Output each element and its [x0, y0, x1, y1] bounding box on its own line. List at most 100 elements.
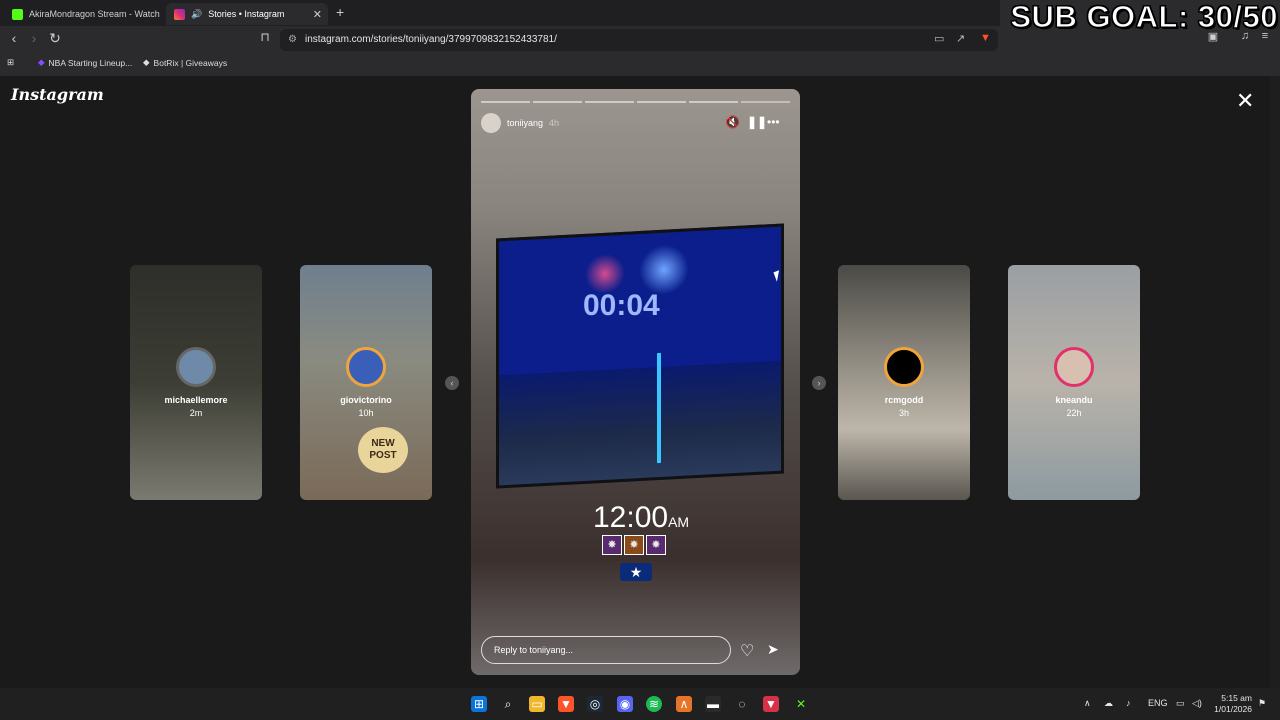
story-progress-bar	[481, 101, 790, 103]
clock-time: 5:15 am	[1221, 693, 1252, 703]
kick-icon	[12, 8, 23, 20]
avatar	[1054, 347, 1094, 387]
australia-flag-icon: ★	[620, 563, 652, 581]
botrix-icon: ◆	[143, 57, 150, 67]
avatar	[884, 347, 924, 387]
tab-title: AkiraMondragon Stream - Watch Liv	[29, 9, 162, 19]
avatar	[176, 347, 216, 387]
progress-segment	[741, 101, 790, 103]
url-text[interactable]: instagram.com/stories/toniiyang/37997098…	[305, 34, 557, 45]
bookmark-label: BotRix | Giveaways	[153, 57, 228, 68]
brave-browser-icon[interactable]: ▼	[558, 696, 574, 712]
tab-title: Stories • Instagram	[208, 9, 285, 19]
instagram-icon	[174, 8, 185, 20]
microphone-icon[interactable]: ♪	[1126, 698, 1131, 708]
sky-tower	[657, 352, 661, 464]
story-preview-kneandu[interactable]: kneandu 22h	[1008, 265, 1140, 500]
address-bar[interactable]: ⚙ instagram.com/stories/toniiyang/379970…	[280, 29, 998, 51]
story-header: toniiyang 4h	[481, 113, 559, 133]
discord-icon[interactable]: ◉	[617, 696, 633, 712]
story-preview-giovictorino[interactable]: giovictorino 10h NEW POST	[300, 265, 432, 500]
story-time: 2m	[189, 408, 203, 418]
story-username: kneandu	[1055, 395, 1093, 405]
muted-speaker-icon[interactable]: 🔇	[725, 115, 740, 129]
network-icon[interactable]: ▭	[1176, 698, 1185, 709]
tab-strip: AkiraMondragon Stream - Watch Liv 🔊 Stor…	[0, 0, 1000, 26]
progress-segment	[533, 101, 582, 103]
story-time: 10h	[358, 408, 374, 418]
close-tab-icon[interactable]: ✕	[313, 8, 322, 21]
page-scrollbar[interactable]	[1270, 76, 1280, 688]
story-preview-rcmgodd[interactable]: rcmgodd 3h	[838, 265, 970, 500]
tab-instagram-stories[interactable]: 🔊 Stories • Instagram ✕	[166, 3, 328, 25]
progress-segment	[585, 101, 634, 103]
brave-shield-icon[interactable]: ▼	[980, 32, 991, 44]
app-icon[interactable]: ▼	[763, 696, 779, 712]
chevron-up-icon[interactable]: ∧	[1084, 698, 1091, 709]
forward-icon[interactable]: ›	[25, 30, 43, 46]
onedrive-icon[interactable]: ☁	[1104, 698, 1113, 709]
pause-icon[interactable]: ❚❚	[747, 115, 767, 129]
system-clock[interactable]: 5:15 am 1/01/2026	[1212, 693, 1252, 715]
tv-screen	[496, 223, 784, 489]
cast-icon[interactable]: ▭	[934, 32, 944, 45]
steam-icon[interactable]: ◎	[587, 696, 603, 712]
close-icon[interactable]: ✕	[1236, 90, 1254, 112]
tab-akira-stream[interactable]: AkiraMondragon Stream - Watch Liv	[4, 3, 162, 25]
spotify-icon[interactable]: ≋	[646, 696, 662, 712]
search-icon[interactable]: ⌕	[500, 696, 516, 712]
instagram-stories-page: Instagram ✕ michaellemore 2m giovictorin…	[0, 76, 1270, 688]
app-icon[interactable]: ◌	[734, 696, 750, 712]
previous-story-arrow[interactable]: ‹	[445, 376, 459, 390]
clock-time: 12:00	[593, 501, 669, 534]
story-preview-michaellemore[interactable]: michaellemore 2m	[130, 265, 262, 500]
nba-icon: ◆	[38, 57, 45, 67]
new-tab-button[interactable]: +	[336, 4, 344, 20]
avatar[interactable]	[481, 113, 501, 133]
apps-grid-icon[interactable]: ⊞	[7, 57, 14, 68]
browser-chrome: AkiraMondragon Stream - Watch Liv 🔊 Stor…	[0, 0, 1280, 76]
bookmark-botrix[interactable]: ◆ BotRix | Giveaways	[143, 57, 227, 68]
bookmarks-bar: ⊞ ◆ NBA Starting Lineup... ◆ BotRix | Gi…	[0, 54, 1280, 72]
progress-segment	[689, 101, 738, 103]
bookmark-nba[interactable]: ◆ NBA Starting Lineup...	[38, 57, 132, 68]
notification-icon[interactable]: ⚑	[1258, 698, 1266, 709]
terminal-icon[interactable]: ▬	[705, 696, 721, 712]
more-options-icon[interactable]: •••	[767, 115, 780, 129]
next-story-arrow[interactable]: ›	[812, 376, 826, 390]
avatar	[346, 347, 386, 387]
story-time: 22h	[1066, 408, 1082, 418]
reply-input[interactable]: Reply to toniiyang...	[481, 636, 731, 664]
clock-sticker: 12:00AM	[593, 501, 689, 535]
clock-suffix: AM	[668, 514, 690, 530]
fireworks-emoji: ✸	[646, 535, 666, 555]
windows-taskbar: ⊞ ⌕ ▭ ▼ ◎ ◉ ≋ ∧ ▬ ◌ ▼ ✕ ∧ ☁ ♪ ENG ▭ ◁) 5…	[0, 688, 1280, 720]
sub-goal-overlay: SUB GOAL: 30/50	[1010, 0, 1278, 34]
bookmark-icon[interactable]: ⊓	[256, 30, 274, 44]
site-info-icon[interactable]: ⚙	[288, 34, 297, 45]
story-username: giovictorino	[340, 395, 392, 405]
language-indicator[interactable]: ENG	[1148, 698, 1168, 708]
volume-icon[interactable]: ◁)	[1192, 698, 1202, 709]
progress-segment	[481, 101, 530, 103]
send-icon[interactable]: ➤	[767, 641, 779, 658]
reload-icon[interactable]: ↻	[46, 30, 64, 47]
share-icon[interactable]: ↗	[956, 32, 965, 45]
app-icon[interactable]: ∧	[676, 696, 692, 712]
clock-date: 1/01/2026	[1214, 704, 1252, 714]
fireworks-emoji: ✸	[602, 535, 622, 555]
active-story[interactable]: 00:04 toniiyang 4h 🔇 ❚❚ ••• 12:00AM ✸ ✸ …	[471, 89, 800, 675]
windows-start-icon[interactable]: ⊞	[471, 696, 487, 712]
kick-app-icon[interactable]: ✕	[793, 696, 809, 712]
heart-icon[interactable]: ♡	[740, 641, 754, 661]
new-post-badge: NEW POST	[358, 427, 408, 473]
city-skyline	[499, 360, 781, 486]
back-icon[interactable]: ‹	[5, 30, 23, 46]
file-explorer-icon[interactable]: ▭	[529, 696, 545, 712]
story-age: 4h	[549, 118, 560, 128]
story-username[interactable]: toniiyang	[507, 118, 543, 128]
story-username: rcmgodd	[884, 395, 924, 405]
progress-segment	[637, 101, 686, 103]
story-time: 3h	[898, 408, 909, 418]
instagram-logo[interactable]: Instagram	[11, 85, 104, 104]
